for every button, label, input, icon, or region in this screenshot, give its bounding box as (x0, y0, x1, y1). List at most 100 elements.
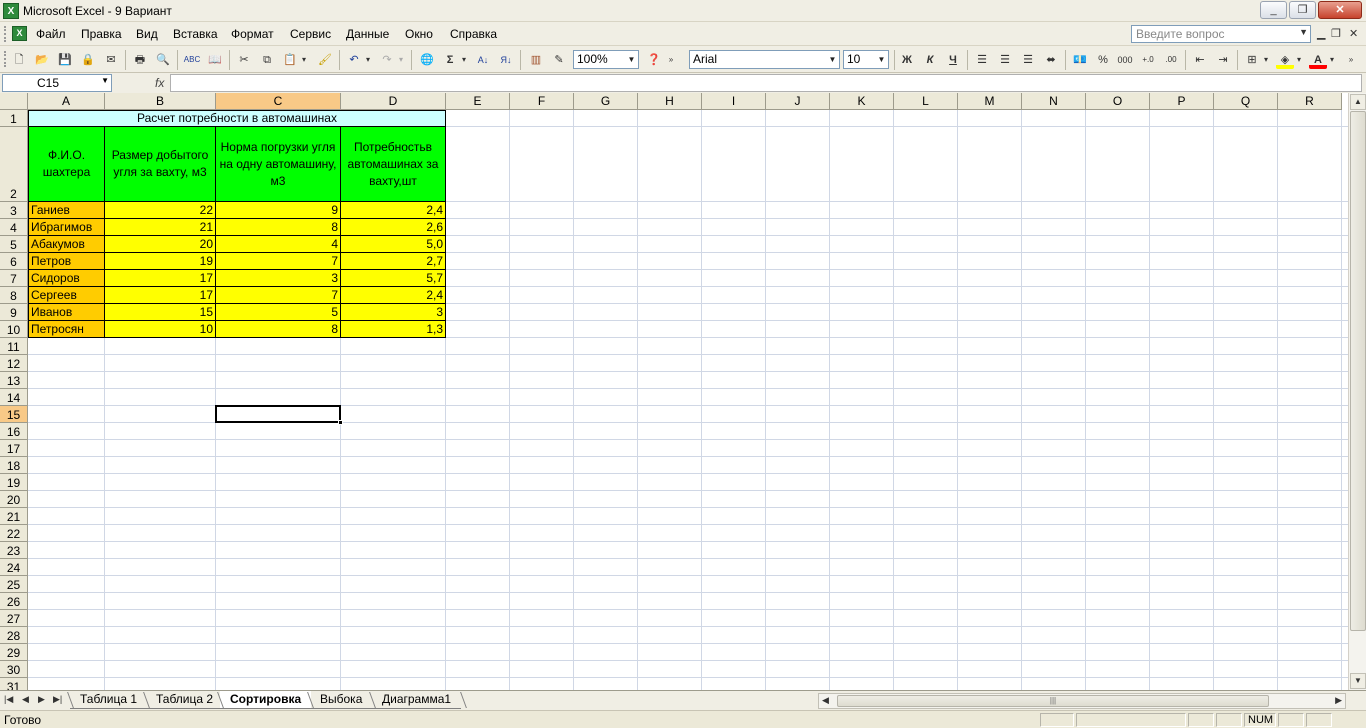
decrease-indent-icon[interactable]: ⇤ (1191, 51, 1209, 69)
permission-icon[interactable]: 🔒 (79, 51, 97, 69)
prev-sheet-icon[interactable]: ◀ (22, 694, 29, 705)
value-cell[interactable]: 7 (216, 287, 341, 304)
print-icon[interactable]: 🖶 (131, 51, 149, 69)
workbook-icon[interactable]: X (12, 26, 27, 41)
menu-edit[interactable]: Правка (81, 27, 122, 41)
vertical-scroll-thumb[interactable] (1350, 111, 1366, 631)
row-header[interactable]: 14 (0, 389, 28, 406)
paste-icon[interactable]: 📋 (281, 51, 299, 69)
autosum-icon[interactable]: Σ (441, 51, 459, 69)
thousands-button[interactable]: 000 (1116, 51, 1134, 69)
merge-center-icon[interactable]: ⬌ (1042, 51, 1060, 69)
value-cell[interactable]: 20 (105, 236, 216, 253)
row-header[interactable]: 17 (0, 440, 28, 457)
value-cell[interactable]: 5,7 (341, 270, 446, 287)
help-icon[interactable]: ❓ (645, 51, 663, 69)
email-icon[interactable]: ✉ (102, 51, 120, 69)
row-header[interactable]: 7 (0, 270, 28, 287)
mdi-restore-icon[interactable]: ❐ (1331, 27, 1341, 40)
name-cell[interactable]: Петросян (28, 321, 105, 338)
value-cell[interactable]: 17 (105, 270, 216, 287)
row-header[interactable]: 18 (0, 457, 28, 474)
chevron-down-icon[interactable]: ▼ (876, 52, 887, 67)
value-cell[interactable]: 8 (216, 321, 341, 338)
menu-window[interactable]: Окно (405, 27, 433, 41)
column-header-m[interactable]: M (958, 93, 1022, 110)
column-header-cell[interactable]: Потребностьв автомашинах за вахту,шт (341, 127, 446, 202)
value-cell[interactable]: 4 (216, 236, 341, 253)
value-cell[interactable]: 8 (216, 219, 341, 236)
research-icon[interactable]: 📖 (206, 51, 224, 69)
redo-icon[interactable]: ↷ (378, 51, 396, 69)
italic-button[interactable]: К (921, 51, 939, 69)
column-header-c[interactable]: C (216, 93, 341, 110)
value-cell[interactable]: 5 (216, 304, 341, 321)
value-cell[interactable]: 2,7 (341, 253, 446, 270)
sheet-tab-selection[interactable]: Выбока (310, 691, 373, 709)
row-header[interactable]: 10 (0, 321, 28, 338)
row-header[interactable]: 19 (0, 474, 28, 491)
row-header[interactable]: 22 (0, 525, 28, 542)
print-preview-icon[interactable]: 🔍 (154, 51, 172, 69)
name-cell[interactable]: Сергеев (28, 287, 105, 304)
value-cell[interactable]: 10 (105, 321, 216, 338)
name-box[interactable]: C15 ▼ (2, 74, 112, 92)
name-cell[interactable]: Абакумов (28, 236, 105, 253)
scroll-left-icon[interactable]: ◀ (822, 695, 829, 706)
row-header[interactable]: 21 (0, 508, 28, 525)
row-header[interactable]: 25 (0, 576, 28, 593)
first-sheet-icon[interactable]: |◀ (4, 694, 13, 705)
formula-input[interactable] (170, 74, 1362, 92)
column-header-d[interactable]: D (341, 93, 446, 110)
column-header-o[interactable]: O (1086, 93, 1150, 110)
selected-cell[interactable] (215, 405, 341, 423)
value-cell[interactable]: 5,0 (341, 236, 446, 253)
value-cell[interactable]: 2,4 (341, 287, 446, 304)
zoom-select[interactable]: 100% ▼ (573, 50, 639, 69)
row-header[interactable]: 16 (0, 423, 28, 440)
value-cell[interactable]: 3 (216, 270, 341, 287)
undo-dropdown-icon[interactable]: ▾ (363, 51, 373, 69)
new-icon[interactable]: 🗋 (10, 51, 28, 69)
column-header-a[interactable]: A (28, 93, 105, 110)
question-input[interactable]: Введите вопрос ▼ (1131, 25, 1311, 43)
value-cell[interactable]: 15 (105, 304, 216, 321)
value-cell[interactable]: 17 (105, 287, 216, 304)
value-cell[interactable]: 19 (105, 253, 216, 270)
select-all-corner[interactable] (0, 93, 28, 110)
next-sheet-icon[interactable]: ▶ (38, 694, 45, 705)
value-cell[interactable]: 22 (105, 202, 216, 219)
align-right-icon[interactable]: ☰ (1019, 51, 1037, 69)
autosum-dropdown-icon[interactable]: ▾ (459, 51, 469, 69)
mdi-close-icon[interactable]: ✕ (1349, 27, 1358, 40)
row-header[interactable]: 27 (0, 610, 28, 627)
chart-wizard-icon[interactable]: ▥ (527, 51, 545, 69)
menu-data[interactable]: Данные (346, 27, 389, 41)
horizontal-scroll-thumb[interactable]: ||| (837, 695, 1269, 707)
chevron-down-icon[interactable]: ▼ (827, 52, 838, 67)
name-cell[interactable]: Иванов (28, 304, 105, 321)
sheet-tab-table1[interactable]: Таблица 1 (70, 691, 148, 709)
column-header-l[interactable]: L (894, 93, 958, 110)
copy-icon[interactable]: ⧉ (258, 51, 276, 69)
menu-view[interactable]: Вид (136, 27, 158, 41)
sheet-tab-sorting[interactable]: Сортировка (220, 691, 312, 709)
column-header-i[interactable]: I (702, 93, 766, 110)
row-header[interactable]: 28 (0, 627, 28, 644)
spelling-icon[interactable]: ABC (183, 51, 201, 69)
vertical-scrollbar[interactable]: ▲ ▼ (1348, 93, 1366, 690)
borders-dropdown-icon[interactable]: ▾ (1261, 51, 1271, 69)
scroll-up-icon[interactable]: ▲ (1350, 94, 1366, 110)
close-button[interactable]: ✕ (1318, 1, 1362, 19)
format-painter-icon[interactable]: 🖌 (316, 51, 334, 69)
column-header-k[interactable]: K (830, 93, 894, 110)
decrease-decimal-icon[interactable]: .00 (1162, 51, 1180, 69)
sort-descending-icon[interactable]: Я↓ (497, 51, 515, 69)
value-cell[interactable]: 2,6 (341, 219, 446, 236)
mdi-minimize-icon[interactable]: ▁ (1317, 27, 1325, 40)
name-cell[interactable]: Сидоров (28, 270, 105, 287)
chevron-down-icon[interactable]: ▼ (1299, 27, 1308, 37)
currency-icon[interactable]: 💶 (1071, 51, 1089, 69)
name-cell[interactable]: Ибрагимов (28, 219, 105, 236)
column-header-cell[interactable]: Норма погрузки угля на одну автомашину, … (216, 127, 341, 202)
